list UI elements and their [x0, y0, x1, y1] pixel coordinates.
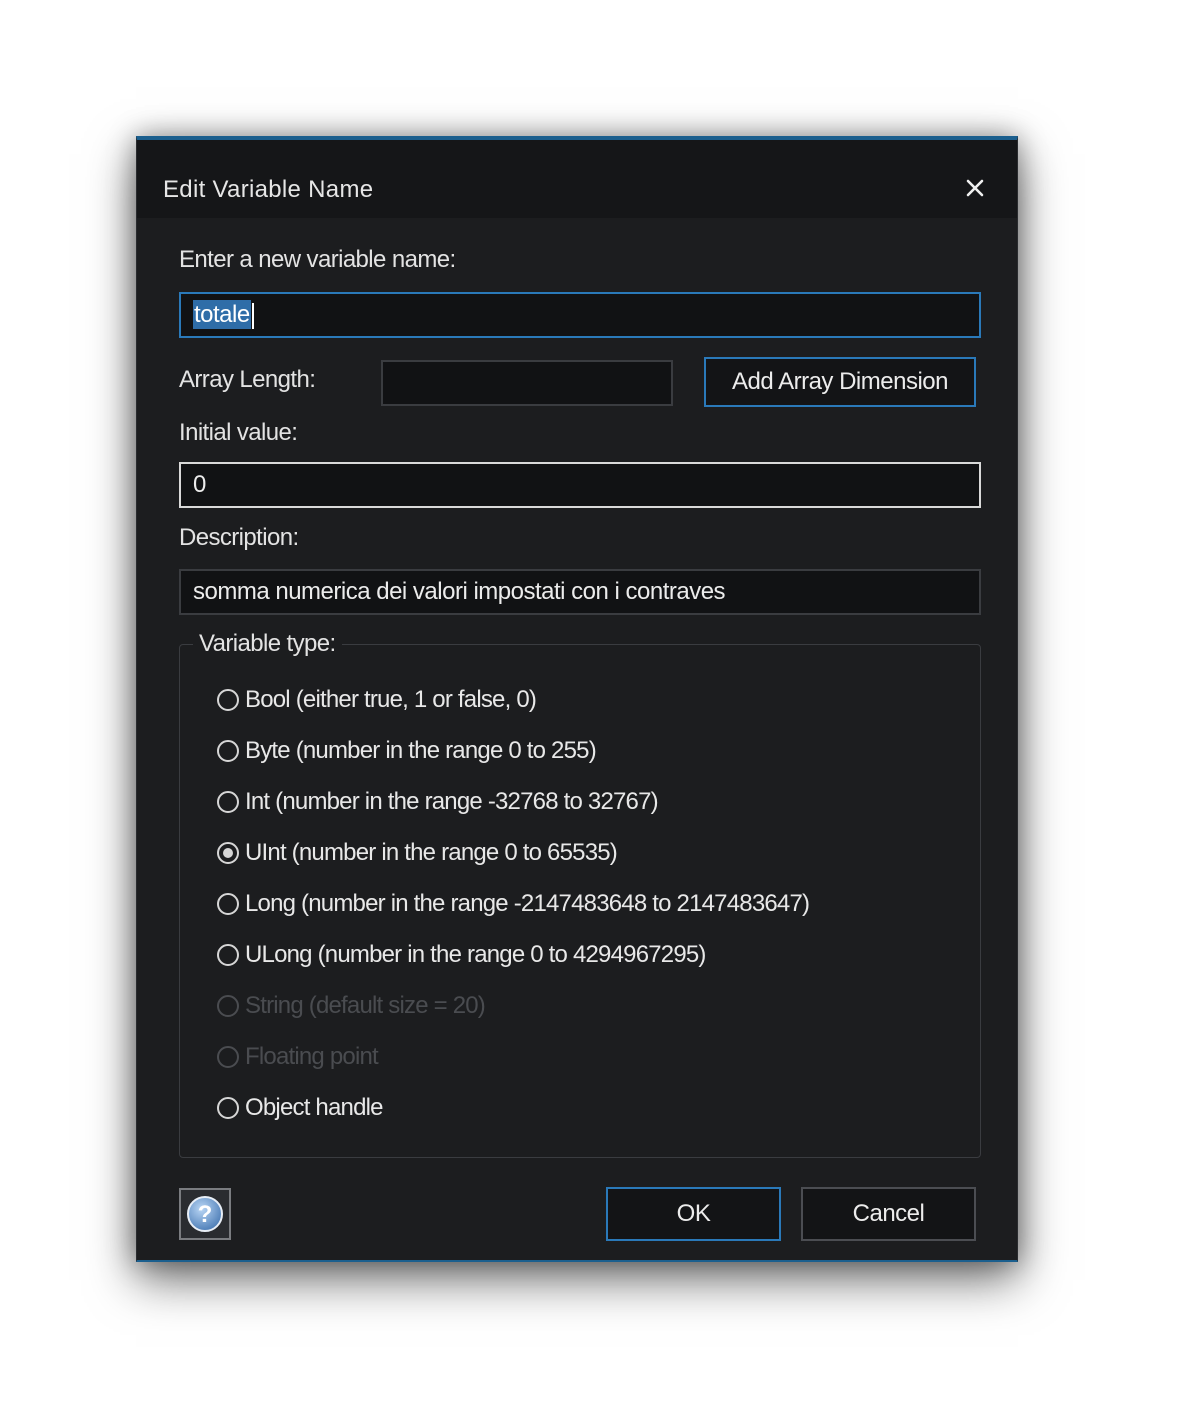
radio-option-floating-point: Floating point: [217, 1043, 379, 1071]
radio-label: Floating point: [245, 1043, 379, 1070]
description-label: Description:: [179, 524, 299, 551]
radio-button[interactable]: [217, 1097, 239, 1119]
radio-option-int[interactable]: Int (number in the range -32768 to 32767…: [217, 788, 659, 816]
radio-option-ulong[interactable]: ULong (number in the range 0 to 42949672…: [217, 941, 706, 969]
svg-text:?: ?: [198, 1201, 213, 1228]
close-icon: [966, 179, 984, 197]
radio-option-bool[interactable]: Bool (either true, 1 or false, 0): [217, 686, 537, 714]
text-cursor: [251, 302, 254, 329]
close-button[interactable]: [959, 172, 991, 204]
radio-button-disabled: [217, 1046, 239, 1068]
radio-option-long[interactable]: Long (number in the range -2147483648 to…: [217, 890, 810, 918]
radio-button-disabled: [217, 995, 239, 1017]
radio-button[interactable]: [217, 791, 239, 813]
radio-label: Object handle: [245, 1094, 384, 1121]
radio-label: ULong (number in the range 0 to 42949672…: [245, 941, 706, 968]
radio-button[interactable]: [217, 740, 239, 762]
ok-button[interactable]: OK: [606, 1187, 781, 1241]
radio-button-selected[interactable]: [217, 842, 239, 864]
radio-option-byte[interactable]: Byte (number in the range 0 to 255): [217, 737, 597, 765]
radio-label: String (default size = 20): [245, 992, 486, 1019]
radio-option-object-handle[interactable]: Object handle: [217, 1094, 384, 1122]
add-array-dimension-button[interactable]: Add Array Dimension: [704, 357, 976, 407]
help-icon: ?: [187, 1196, 223, 1232]
radio-label: Bool (either true, 1 or false, 0): [245, 686, 537, 713]
title-bar: Edit Variable Name: [137, 140, 1017, 218]
initial-value-input[interactable]: 0: [179, 462, 981, 508]
name-label: Enter a new variable name:: [179, 246, 456, 273]
edit-variable-dialog: Edit Variable Name Enter a new variable …: [136, 136, 1018, 1262]
description-value: somma numerica dei valori impostati con …: [193, 578, 726, 605]
initial-value-value: 0: [193, 471, 206, 498]
radio-label: Int (number in the range -32768 to 32767…: [245, 788, 659, 815]
cancel-button[interactable]: Cancel: [801, 1187, 976, 1241]
help-button[interactable]: ?: [179, 1188, 231, 1240]
radio-label: Byte (number in the range 0 to 255): [245, 737, 597, 764]
radio-button[interactable]: [217, 689, 239, 711]
radio-button[interactable]: [217, 893, 239, 915]
variable-type-legend: Variable type:: [193, 630, 342, 658]
dialog-title: Edit Variable Name: [163, 176, 374, 203]
variable-name-input[interactable]: totale: [179, 292, 981, 338]
description-input[interactable]: somma numerica dei valori impostati con …: [179, 569, 981, 615]
radio-option-string: String (default size = 20): [217, 992, 486, 1020]
radio-button[interactable]: [217, 944, 239, 966]
array-length-input[interactable]: [381, 360, 673, 406]
radio-option-uint[interactable]: UInt (number in the range 0 to 65535): [217, 839, 618, 867]
radio-label: UInt (number in the range 0 to 65535): [245, 839, 618, 866]
variable-name-value: totale: [193, 300, 251, 329]
array-length-label: Array Length:: [179, 366, 316, 393]
initial-value-label: Initial value:: [179, 419, 298, 446]
radio-label: Long (number in the range -2147483648 to…: [245, 890, 810, 917]
